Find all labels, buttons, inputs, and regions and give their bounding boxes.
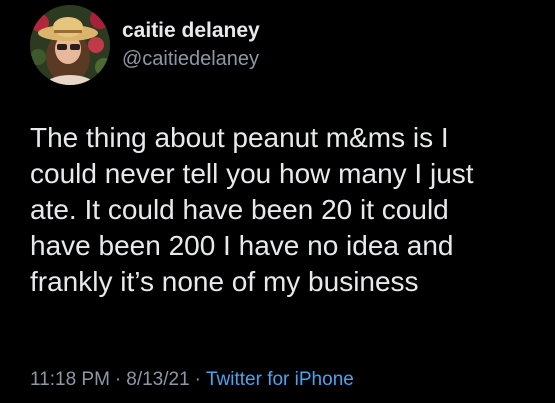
tweet-text-line: frankly it’s none of my business: [30, 266, 419, 297]
profile-photo-icon: [30, 5, 110, 85]
tweet-text-line: ate. It could have been 20 it could: [30, 194, 449, 225]
tweet-meta: 11:18 PM · 8/13/21 · Twitter for iPhone: [30, 368, 354, 392]
user-info: caitie delaney @caitiedelaney: [122, 18, 260, 72]
tweet-source-link[interactable]: Twitter for iPhone: [206, 369, 354, 390]
meta-separator: ·: [194, 369, 201, 390]
tweet-time[interactable]: 11:18 PM: [30, 369, 110, 390]
display-name[interactable]: caitie delaney: [122, 18, 260, 44]
tweet-text-line: could never tell you how many I just: [30, 158, 474, 189]
user-handle[interactable]: @caitiedelaney: [122, 46, 260, 72]
tweet-card: caitie delaney @caitiedelaney The thing …: [0, 0, 555, 403]
tweet-text-line: The thing about peanut m&ms is I: [30, 122, 449, 153]
tweet-text-line: have been 200 I have no idea and: [30, 230, 454, 261]
avatar[interactable]: [30, 5, 110, 85]
meta-separator: ·: [114, 369, 122, 390]
tweet-date[interactable]: 8/13/21: [126, 369, 189, 390]
tweet-text: The thing about peanut m&ms is I could n…: [30, 120, 540, 300]
